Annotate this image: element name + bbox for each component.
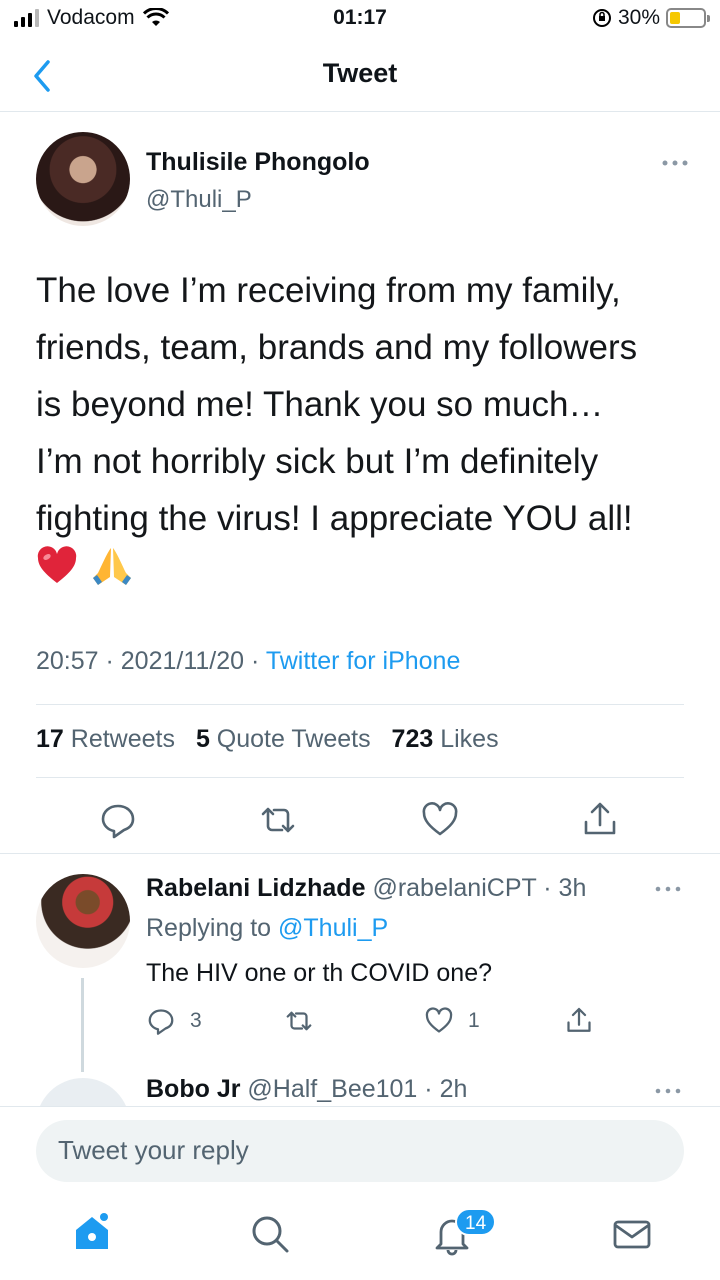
reply-author-name[interactable]: Bobo Jr — [146, 1075, 240, 1103]
page-title: Tweet — [322, 58, 398, 88]
messages-envelope-icon[interactable] — [610, 1212, 654, 1256]
tweet-text-line: I’m not horribly sick but I’m definitely — [36, 442, 599, 481]
reply-icon[interactable] — [98, 800, 138, 840]
more-options-icon[interactable] — [654, 884, 682, 894]
reply-author-avatar[interactable] — [36, 1078, 130, 1106]
share-icon[interactable] — [580, 800, 620, 840]
tweet-time: 20:57 — [36, 647, 99, 675]
search-icon[interactable] — [248, 1212, 292, 1256]
more-options-icon[interactable] — [654, 1086, 682, 1096]
author-handle[interactable]: @Thuli_P — [146, 186, 252, 214]
reply-tweet[interactable]: Bobo Jr @Half_Bee101 · 2h — [0, 1074, 720, 1106]
tab-bar — [0, 1196, 720, 1280]
tweet-text-line: The love I’m receiving from my family, — [36, 271, 621, 310]
tweet-actions — [0, 800, 720, 840]
tweet-text-line: friends, team, brands and my followers — [36, 328, 638, 367]
reply-actions: 3 1 — [146, 1004, 626, 1038]
retweet-icon — [286, 1011, 312, 1031]
reply-author-avatar[interactable] — [36, 874, 130, 968]
reply-reply-button[interactable]: 3 — [146, 1004, 202, 1038]
retweet-icon[interactable] — [258, 800, 298, 840]
tweet-text-line: fighting the virus! I appreciate YOU all… — [36, 499, 633, 538]
author-avatar[interactable] — [36, 132, 130, 226]
battery-percent: 30% — [617, 6, 660, 29]
reply-input[interactable]: Tweet your reply — [36, 1120, 684, 1182]
retweets-stat[interactable]: 17 Retweets — [36, 725, 175, 753]
battery-icon — [666, 8, 710, 28]
like-icon — [425, 1007, 453, 1033]
author-name[interactable]: Thulisile Phongolo — [146, 148, 370, 177]
reply-age: 2h — [439, 1075, 468, 1103]
tweet-text-line: is beyond me! Thank you so much… — [36, 385, 604, 424]
thread-line — [81, 978, 84, 1072]
share-icon — [567, 1007, 591, 1032]
replying-to-handle[interactable]: @Thuli_P — [278, 914, 388, 942]
reply-tweet[interactable]: Rabelani Lidzhade @rabelaniCPT · 3h Repl… — [0, 854, 720, 1074]
heart-emoji — [37, 546, 77, 583]
more-options-icon[interactable] — [660, 158, 690, 168]
tweet-date: 2021/11/20 — [120, 647, 245, 675]
reply-header: Rabelani Lidzhade @rabelaniCPT · 3h — [146, 874, 587, 902]
reply-like-button[interactable]: 1 — [424, 1004, 480, 1038]
orientation-lock-icon — [592, 9, 611, 27]
reply-icon — [148, 1009, 174, 1035]
quote-tweets-stat[interactable]: 5 Quote Tweets — [196, 725, 371, 753]
reply-age: 3h — [558, 874, 587, 902]
reply-text: The HIV one or th COVID one? — [146, 959, 493, 987]
tweet-author: Thulisile Phongolo @Thuli_P — [36, 132, 690, 232]
status-bar: Vodacom 01:17 30% — [0, 0, 720, 40]
reply-header: Bobo Jr @Half_Bee101 · 2h — [146, 1075, 468, 1103]
divider — [36, 777, 684, 778]
reply-share-button[interactable] — [564, 1004, 594, 1038]
navigation-bar: Tweet — [0, 40, 720, 112]
replying-to: Replying to @Thuli_P — [146, 914, 389, 942]
reply-author-handle[interactable]: @Half_Bee101 — [247, 1075, 417, 1103]
like-count: 1 — [468, 1009, 480, 1032]
tweet-source-link[interactable]: Twitter for iPhone — [266, 647, 461, 675]
home-icon[interactable] — [70, 1210, 114, 1254]
reply-author-name[interactable]: Rabelani Lidzhade — [146, 874, 365, 902]
folded-hands-emoji — [93, 548, 131, 585]
reply-author-handle[interactable]: @rabelaniCPT — [372, 874, 536, 902]
reply-composer: Tweet your reply — [0, 1106, 720, 1196]
reply-retweet-button[interactable] — [284, 1004, 314, 1038]
reply-count: 3 — [190, 1009, 202, 1032]
tweet-metadata: 20:57 · 2021/11/20 · Twitter for iPhone — [36, 647, 461, 675]
likes-stat[interactable]: 723 Likes — [392, 725, 499, 753]
tweet-text: The love I’m receiving from my family, f… — [36, 262, 696, 547]
divider — [36, 704, 684, 705]
emoji-row — [36, 545, 134, 587]
notifications-badge: 14 — [455, 1208, 497, 1236]
like-icon[interactable] — [420, 800, 460, 840]
tweet-stats: 17 Retweets 5 Quote Tweets 723 Likes — [36, 725, 499, 754]
